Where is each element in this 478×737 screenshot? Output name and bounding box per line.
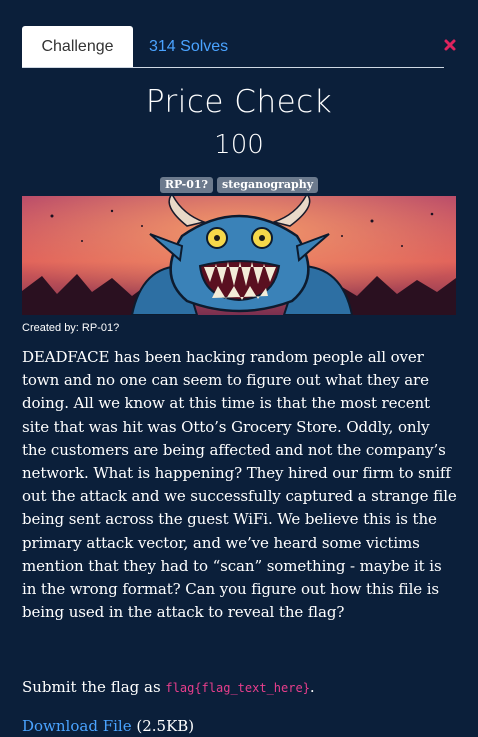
submit-prefix: Submit the flag as — [22, 678, 166, 696]
download-file-link[interactable]: Download File — [22, 717, 132, 735]
challenge-tabs: Challenge 314 Solves — [22, 26, 444, 68]
challenge-banner-image — [22, 196, 456, 315]
tab-challenge[interactable]: Challenge — [22, 26, 133, 67]
tag-category: steganography — [217, 177, 319, 193]
download-row: Download File (2.5KB) — [22, 716, 194, 736]
flag-format: flag{flag_text_here} — [165, 681, 310, 695]
challenge-title: Price Check — [145, 84, 333, 120]
challenge-description: DEADFACE has been hacking random people … — [22, 348, 457, 622]
close-icon[interactable] — [443, 37, 457, 51]
tag-author: RP-01? — [159, 177, 213, 193]
submit-suffix: . — [309, 678, 315, 696]
challenge-points: 100 — [214, 130, 264, 160]
created-by: Created by: RP-01? — [22, 322, 120, 334]
tab-solves[interactable]: 314 Solves — [149, 26, 228, 67]
tag-list: RP-01? steganography — [0, 177, 478, 193]
submit-instructions: Submit the flag as flag{flag_text_here}. — [22, 677, 315, 698]
download-size: (2.5KB) — [136, 717, 195, 735]
